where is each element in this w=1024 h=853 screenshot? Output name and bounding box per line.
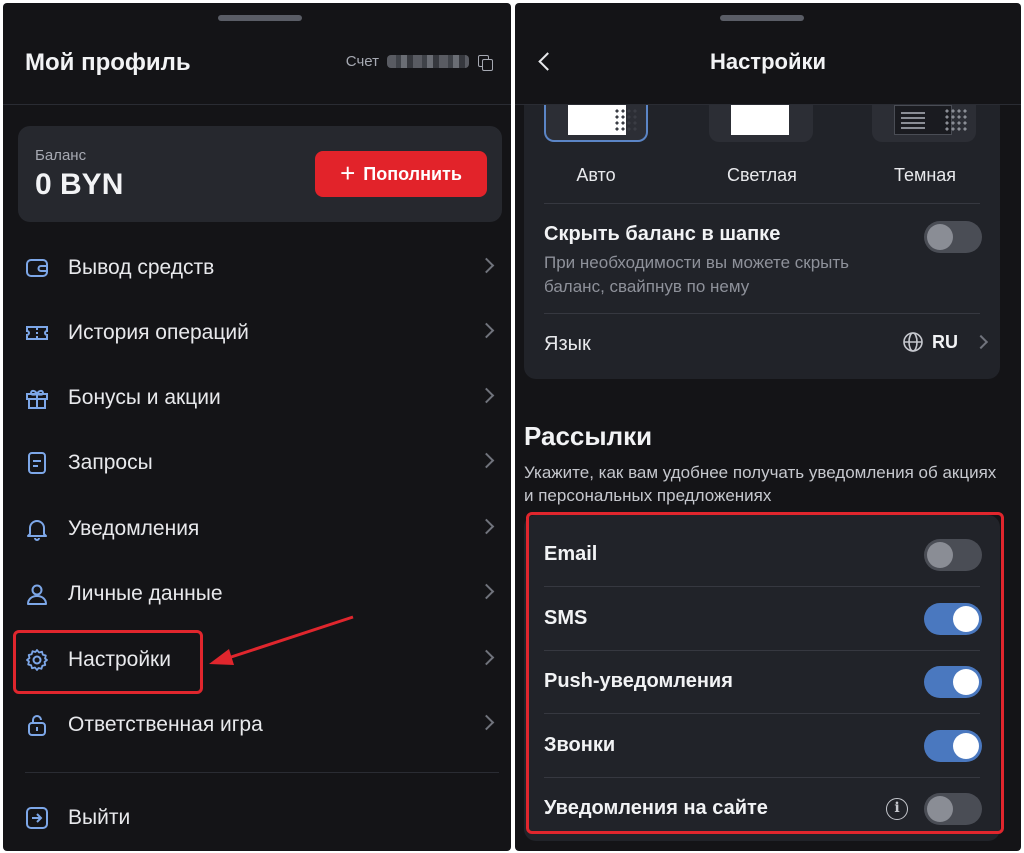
bell-icon	[22, 514, 52, 544]
theme-option-light[interactable]	[709, 105, 813, 142]
account-label: Счет	[345, 53, 379, 70]
lock-icon	[22, 710, 52, 740]
menu-item-personal-data[interactable]: Личные данные	[18, 566, 498, 622]
chevron-right-icon	[478, 452, 495, 469]
theme-preview	[731, 105, 789, 135]
theme-option-auto[interactable]	[544, 105, 648, 142]
settings-header: Настройки	[515, 3, 1021, 105]
plus-icon: +	[340, 157, 356, 188]
chevron-right-icon	[478, 649, 495, 666]
menu-item-label: Ответственная игра	[68, 713, 263, 736]
menu-item-label: Вывод средств	[68, 256, 215, 279]
hide-balance-title: Скрыть баланс в шапке	[544, 223, 781, 245]
divider	[25, 772, 499, 773]
mailings-description: Укажите, как вам удобнее получать уведом…	[524, 463, 997, 505]
globe-icon	[903, 332, 923, 352]
gift-icon	[22, 383, 52, 413]
account-number[interactable]: Счет	[345, 53, 493, 71]
language-label: Язык	[544, 333, 591, 355]
user-icon	[22, 579, 52, 609]
chevron-right-icon	[478, 257, 495, 274]
logout-button[interactable]: Выйти	[18, 790, 498, 846]
menu-item-requests[interactable]: Запросы	[18, 435, 498, 491]
page-title: Мой профиль	[25, 49, 191, 76]
menu-item-label: История операций	[68, 321, 249, 344]
mailings-highlight-box	[526, 512, 1004, 834]
theme-label-dark: Темная	[893, 165, 957, 185]
logout-icon	[22, 803, 52, 833]
menu-item-withdraw[interactable]: Вывод средств	[18, 240, 498, 296]
chevron-right-icon	[478, 518, 495, 535]
divider	[544, 313, 980, 314]
page-title: Настройки	[709, 49, 827, 74]
logout-label: Выйти	[68, 806, 131, 829]
ticket-icon	[22, 318, 52, 348]
menu-item-history[interactable]: История операций	[18, 305, 498, 361]
language-value: RU	[932, 331, 958, 352]
chevron-right-icon	[478, 583, 495, 600]
menu-item-label: Запросы	[68, 451, 153, 474]
profile-header: Мой профиль Счет	[3, 3, 511, 105]
copy-icon[interactable]	[477, 54, 493, 71]
topup-button[interactable]: + Пополнить	[315, 151, 487, 197]
balance-card: Баланс 0 BYN + Пополнить	[18, 126, 502, 222]
balance-label: Баланс	[35, 147, 87, 164]
wallet-icon	[22, 253, 52, 283]
menu-item-notifications[interactable]: Уведомления	[18, 501, 498, 557]
language-selector[interactable]: RU	[902, 331, 989, 353]
hide-balance-description: При необходимости вы можете скрыть балан…	[544, 253, 850, 296]
balance-value: 0 BYN	[35, 168, 124, 201]
chevron-right-icon	[973, 334, 989, 350]
divider	[544, 203, 980, 204]
menu-item-bonuses[interactable]: Бонусы и акции	[18, 370, 498, 426]
account-number-masked	[387, 55, 469, 68]
chevron-right-icon	[478, 322, 495, 339]
document-icon	[22, 448, 52, 478]
mailings-title: Рассылки	[524, 421, 653, 451]
theme-option-dark[interactable]	[872, 105, 976, 142]
profile-screen: Мой профиль Счет Баланс 0 BYN + Пополнит…	[3, 3, 511, 851]
chevron-right-icon	[478, 714, 495, 731]
hide-balance-toggle[interactable]	[924, 221, 982, 253]
menu-item-label: Личные данные	[68, 582, 223, 605]
settings-highlight-box	[13, 630, 203, 694]
topup-label: Пополнить	[363, 163, 462, 184]
theme-label-light: Светлая	[727, 165, 797, 185]
menu-item-label: Уведомления	[68, 517, 200, 540]
settings-card: Авто Светлая Темная Скрыть баланс в шапк…	[524, 105, 1000, 379]
chevron-right-icon	[478, 387, 495, 404]
menu-item-label: Бонусы и акции	[68, 386, 221, 409]
theme-label-auto: Авто	[576, 165, 616, 185]
menu-item-responsible-gaming[interactable]: Ответственная игра	[18, 697, 498, 753]
